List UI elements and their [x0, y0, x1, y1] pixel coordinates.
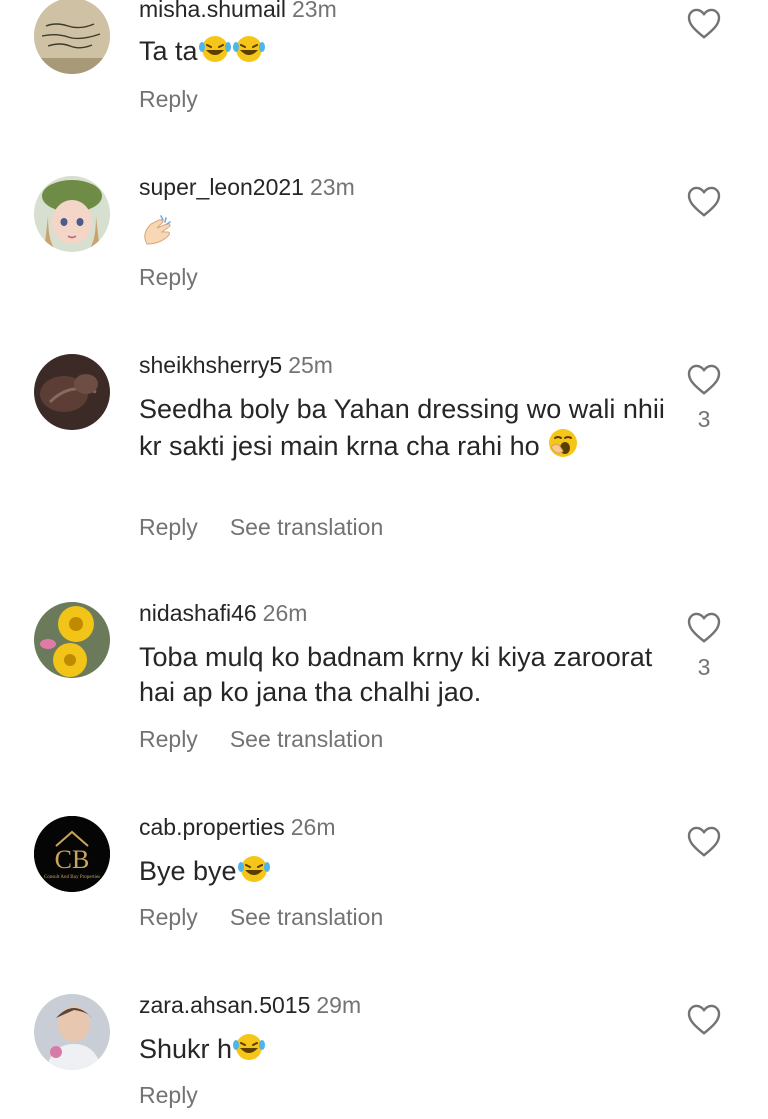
like-heart-icon[interactable] — [686, 362, 722, 396]
avatar[interactable] — [34, 176, 110, 252]
username[interactable]: cab.properties — [139, 814, 285, 840]
comment-text: Bye bye — [139, 854, 669, 889]
logo-caption: Consult And Buy Properties — [44, 875, 100, 880]
avatar[interactable] — [34, 602, 110, 678]
comment-text-content: Ta ta — [139, 36, 198, 66]
username[interactable]: zara.ahsan.5015 — [139, 992, 310, 1018]
comment-text-content: Shukr h — [139, 1034, 233, 1064]
timestamp: 25m — [288, 352, 333, 378]
yawning-face-emoji — [549, 429, 578, 457]
reply-button[interactable]: Reply — [139, 264, 198, 291]
comment-actions: Reply — [139, 264, 230, 291]
reply-button[interactable]: Reply — [139, 86, 198, 113]
like-heart-icon[interactable] — [686, 184, 722, 218]
like-count[interactable]: 3 — [686, 654, 722, 681]
laugh-cry-emoji — [198, 36, 231, 62]
timestamp: 29m — [316, 992, 362, 1018]
see-translation-button[interactable]: See translation — [230, 514, 383, 541]
comment-text-content: Toba mulq ko badnam krny ki kiya zaroora… — [139, 642, 653, 707]
like-count[interactable]: 3 — [686, 406, 722, 433]
comment-actions: Reply See translation — [139, 514, 383, 541]
reply-button[interactable]: Reply — [139, 726, 198, 753]
laugh-cry-emoji — [237, 856, 270, 882]
comment-text: Toba mulq ko badnam krny ki kiya zaroora… — [139, 640, 669, 710]
avatar[interactable] — [34, 354, 110, 430]
see-translation-button[interactable]: See translation — [230, 726, 383, 753]
comment-actions: Reply See translation — [139, 904, 383, 931]
comment-actions: Reply See translation — [139, 726, 383, 753]
reply-button[interactable]: Reply — [139, 1082, 198, 1109]
username[interactable]: nidashafi46 — [139, 600, 257, 626]
username[interactable]: misha.shumail — [139, 0, 286, 22]
username[interactable]: sheikhsherry5 — [139, 352, 282, 378]
comment-text-content: Seedha boly ba Yahan dressing wo wali nh… — [139, 394, 665, 461]
comment-text: Seedha boly ba Yahan dressing wo wali nh… — [139, 392, 669, 464]
timestamp: 26m — [262, 600, 308, 626]
comment-text: Ta ta — [139, 34, 669, 69]
laugh-cry-emoji — [233, 1034, 266, 1060]
avatar[interactable]: CB Consult And Buy Properties — [34, 816, 110, 892]
comment-meta: cab.properties 26m — [139, 814, 336, 841]
comment-meta: zara.ahsan.5015 29m — [139, 992, 361, 1019]
comment-actions: Reply — [139, 86, 230, 113]
comment-actions: Reply — [139, 1082, 230, 1109]
logo-letters: CB — [55, 845, 90, 874]
comment-text: Shukr h — [139, 1032, 669, 1067]
username[interactable]: super_leon2021 — [139, 174, 304, 200]
timestamp: 23m — [292, 0, 337, 22]
comment-text — [139, 214, 669, 255]
timestamp: 23m — [309, 174, 355, 200]
comment-text-content: Bye bye — [139, 856, 237, 886]
reply-button[interactable]: Reply — [139, 904, 198, 931]
timestamp: 26m — [290, 814, 336, 840]
avatar[interactable] — [34, 994, 110, 1070]
comment-meta: super_leon2021 23m — [139, 174, 355, 201]
like-heart-icon[interactable] — [686, 824, 722, 858]
comment-meta: sheikhsherry5 25m — [139, 352, 333, 379]
like-heart-icon[interactable] — [686, 610, 722, 644]
laugh-cry-emoji — [232, 36, 265, 62]
comment-meta: nidashafi46 26m — [139, 600, 307, 627]
avatar[interactable] — [34, 0, 110, 74]
like-heart-icon[interactable] — [686, 1002, 722, 1036]
see-translation-button[interactable]: See translation — [230, 904, 383, 931]
comment-meta: misha.shumail 23m — [139, 0, 337, 23]
like-heart-icon[interactable] — [686, 6, 722, 40]
clapping-hands-emoji — [144, 215, 171, 245]
reply-button[interactable]: Reply — [139, 514, 198, 541]
